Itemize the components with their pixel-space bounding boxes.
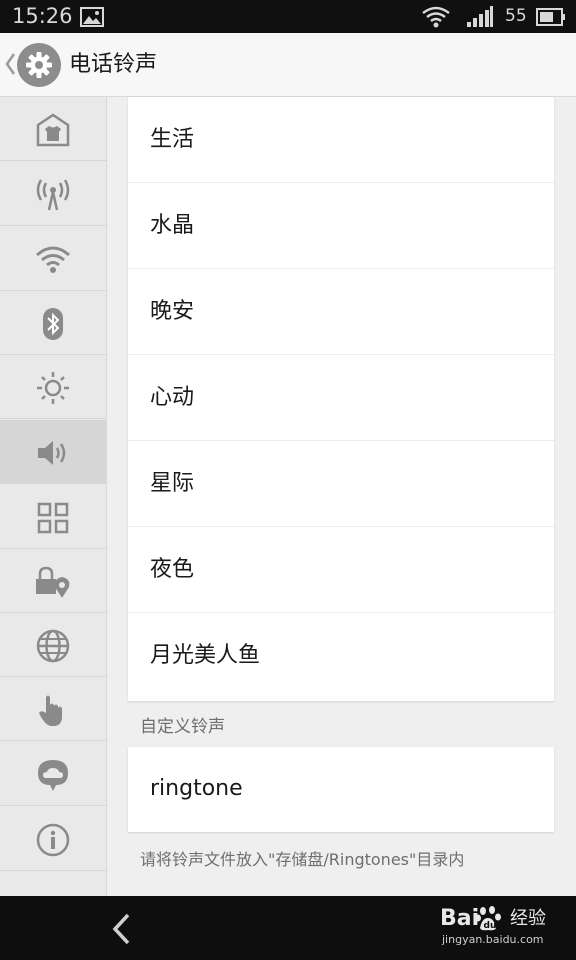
signal-icon: [466, 6, 494, 32]
battery-level: 55: [505, 6, 527, 26]
sidebar-item-about[interactable]: [0, 807, 106, 871]
sidebar-item-bluetooth[interactable]: [0, 291, 106, 355]
custom-ringtone-item[interactable]: ringtone: [128, 747, 554, 832]
status-time: 15:26: [12, 4, 73, 28]
ringtone-item[interactable]: 星际: [128, 441, 554, 527]
custom-ringtone-header: 自定义铃声: [140, 717, 225, 737]
ringtone-item[interactable]: 心动: [128, 355, 554, 441]
ringtone-label: 水晶: [150, 213, 195, 238]
status-bar: 15:26 55: [0, 0, 576, 33]
ringtone-label: 心动: [150, 385, 195, 410]
page-title: 电话铃声: [69, 52, 158, 77]
back-icon[interactable]: [108, 912, 136, 950]
ringtone-item[interactable]: 月光美人鱼: [128, 613, 554, 701]
paw-icon: du: [473, 906, 507, 936]
ringtone-content: 生活 水晶 晚安 心动 星际 夜色 月光美人鱼 自定义铃声 ringtone 请…: [107, 97, 576, 896]
custom-ringtone-hint: 请将铃声文件放入"存储盘/Ringtones"目录内: [140, 850, 465, 869]
wifi-icon: [422, 6, 450, 32]
settings-gear-icon[interactable]: [17, 43, 61, 87]
sidebar-item-cloud[interactable]: [0, 742, 106, 806]
back-chevron-icon[interactable]: [4, 51, 16, 81]
sidebar-item-mobile-network[interactable]: [0, 162, 106, 226]
sidebar-item-apps[interactable]: [0, 485, 106, 549]
baidu-watermark: Bai du 经验 jingyan.baidu.com: [440, 904, 570, 954]
ringtone-item[interactable]: 晚安: [128, 269, 554, 355]
ringtone-item[interactable]: 水晶: [128, 183, 554, 269]
watermark-url: jingyan.baidu.com: [442, 933, 544, 946]
sidebar-item-sound[interactable]: [0, 420, 106, 484]
sidebar-item-wifi[interactable]: [0, 227, 106, 291]
settings-sidebar: [0, 97, 107, 896]
ringtone-label: 夜色: [150, 557, 195, 582]
ringtone-list: 生活 水晶 晚安 心动 星际 夜色 月光美人鱼: [128, 97, 554, 701]
sidebar-item-security-location[interactable]: [0, 549, 106, 613]
action-bar: 电话铃声: [0, 33, 576, 97]
battery-icon: [536, 7, 566, 31]
svg-text:du: du: [484, 921, 497, 931]
ringtone-label: 晚安: [150, 299, 195, 324]
sidebar-item-language[interactable]: [0, 613, 106, 677]
image-icon: [80, 7, 104, 31]
ringtone-label: 月光美人鱼: [150, 643, 261, 668]
ringtone-item[interactable]: 夜色: [128, 527, 554, 613]
sidebar-item-theme[interactable]: [0, 97, 106, 161]
sidebar-item-display[interactable]: [0, 355, 106, 419]
custom-ringtone-label: ringtone: [150, 776, 243, 801]
ringtone-item[interactable]: 生活: [128, 97, 554, 183]
navigation-bar: Bai du 经验 jingyan.baidu.com: [0, 896, 576, 960]
watermark-logo-cn: 经验: [510, 908, 546, 929]
ringtone-label: 生活: [150, 127, 195, 152]
ringtone-label: 星际: [150, 471, 195, 496]
sidebar-item-gesture[interactable]: [0, 677, 106, 741]
